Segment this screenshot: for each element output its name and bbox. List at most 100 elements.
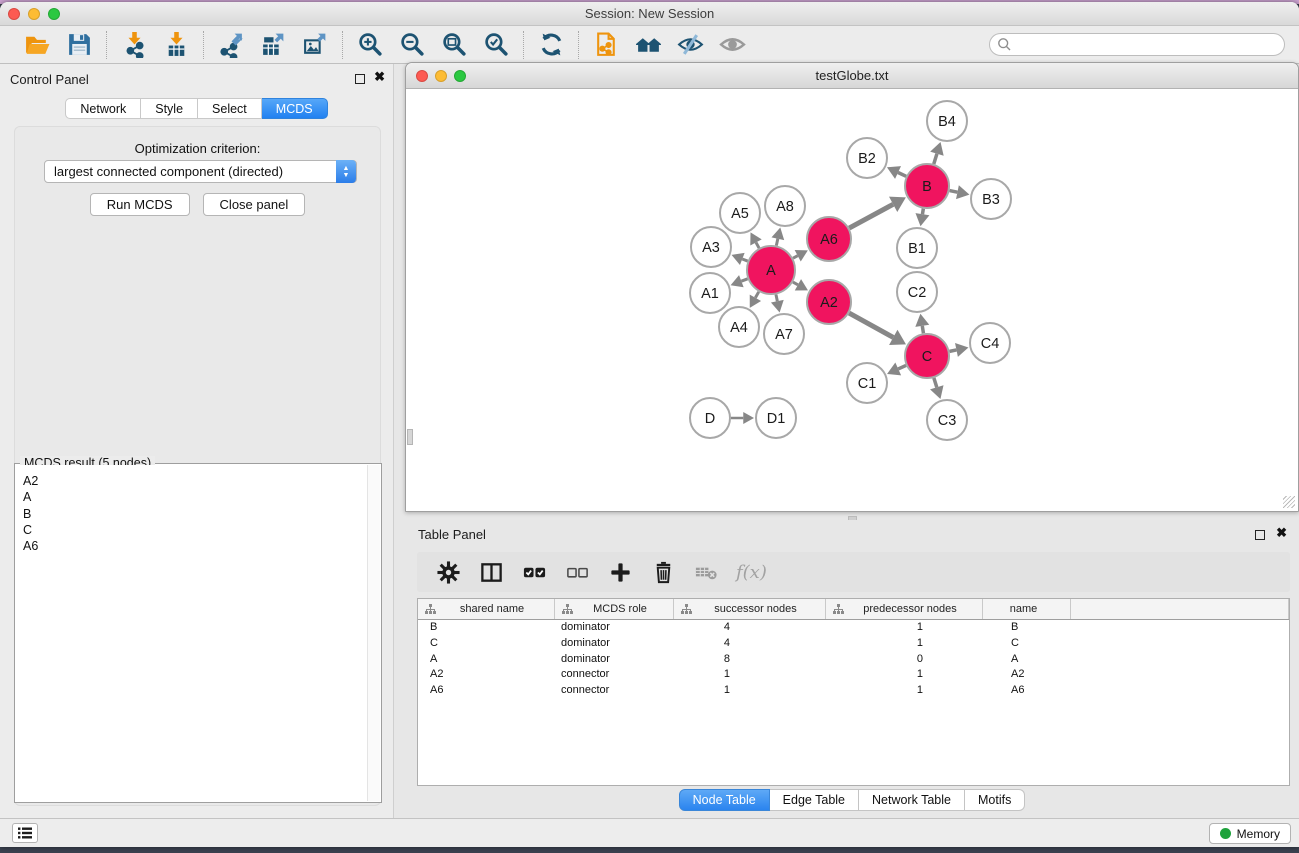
table-cell[interactable]: A6 [983,683,1071,699]
graph-edge-A-A5[interactable] [750,232,761,248]
result-list-item[interactable]: C [23,522,367,538]
tab-style[interactable]: Style [141,98,198,119]
hide-selected-icon[interactable] [672,29,708,61]
table-row[interactable]: Cdominator41C [418,636,1289,652]
table-cell[interactable]: 4 [674,636,826,652]
graph-node-B2[interactable]: B2 [847,138,887,178]
graph-node-C1[interactable]: C1 [847,363,887,403]
network-canvas[interactable]: B4B2BB3A5A8A6B1A3AC2A1A2A4A7C4CC1C3DD1 [407,89,1299,511]
column-header-MCDS-role[interactable]: MCDS role [555,599,674,619]
optimization-criterion-dropdown[interactable]: largest connected component (directed) ▲… [44,160,357,183]
export-table-icon[interactable] [255,29,291,61]
graph-node-A5[interactable]: A5 [720,193,760,233]
graph-edge-A-A3[interactable] [732,253,748,265]
table-cell[interactable]: A [418,652,555,668]
home-icon[interactable] [630,29,666,61]
table-cell[interactable]: A2 [418,667,555,683]
table-cell[interactable]: C [983,636,1071,652]
tab-edge-table[interactable]: Edge Table [770,789,859,811]
column-header-name[interactable]: name [983,599,1071,619]
table-cell[interactable]: 1 [826,636,983,652]
run-mcds-button[interactable]: Run MCDS [90,193,190,216]
graph-node-B3[interactable]: B3 [971,179,1011,219]
import-table-icon[interactable] [158,29,194,61]
graph-edge-A-A7[interactable] [771,294,784,312]
zoom-fit-icon[interactable] [436,29,472,61]
tab-select[interactable]: Select [198,98,262,119]
zoom-out-icon[interactable] [394,29,430,61]
graph-edge-B-B2[interactable] [887,166,906,179]
zoom-selected-icon[interactable] [478,29,514,61]
table-cell[interactable]: 1 [674,683,826,699]
result-list-scrollbar[interactable] [367,465,380,801]
table-cell[interactable]: 1 [826,620,983,636]
close-panel-button[interactable]: Close panel [203,193,306,216]
graph-edge-B-B4[interactable] [930,142,943,164]
window-resize-grip[interactable] [1283,496,1295,508]
table-cell[interactable]: connector [555,667,674,683]
graph-edge-A6-B[interactable] [849,197,906,228]
table-cell[interactable]: 4 [674,620,826,636]
graph-node-B[interactable]: B [905,164,949,208]
table-cell[interactable]: B [983,620,1071,636]
control-panel-close-icon[interactable]: ✖ [374,70,385,84]
result-list-item[interactable]: A2 [23,473,367,489]
result-list-item[interactable]: A [23,489,367,505]
graph-edge-A-A8[interactable] [771,227,784,245]
graph-node-A6[interactable]: A6 [807,217,851,261]
graph-edge-C-C4[interactable] [950,343,969,357]
add-row-icon[interactable] [607,559,633,585]
refresh-layout-icon[interactable] [533,29,569,61]
open-session-icon[interactable] [19,29,55,61]
graph-node-A7[interactable]: A7 [764,314,804,354]
export-image-icon[interactable] [297,29,333,61]
graph-node-D1[interactable]: D1 [756,398,796,438]
graph-node-B1[interactable]: B1 [897,228,937,268]
tab-mcds[interactable]: MCDS [262,98,328,119]
table-cell[interactable]: A [983,652,1071,668]
tab-network[interactable]: Network [65,98,141,119]
table-cell[interactable]: connector [555,683,674,699]
graph-edge-A2-C[interactable] [849,313,906,345]
graph-node-C3[interactable]: C3 [927,400,967,440]
clear-checks-icon[interactable] [564,559,590,585]
graph-edge-D-D1[interactable] [731,412,754,424]
table-panel-close-icon[interactable]: ✖ [1276,526,1287,540]
graph-edge-C-C1[interactable] [887,363,906,376]
column-header-predecessor-nodes[interactable]: predecessor nodes [826,599,983,619]
table-cell[interactable]: 8 [674,652,826,668]
graph-edge-B-B3[interactable] [950,185,970,199]
graph-node-A[interactable]: A [747,246,795,294]
table-cell[interactable]: 1 [826,667,983,683]
graph-node-C[interactable]: C [905,334,949,378]
export-network-icon[interactable] [213,29,249,61]
table-cell[interactable]: 1 [674,667,826,683]
task-history-button[interactable] [12,823,38,843]
graph-node-A4[interactable]: A4 [719,307,759,347]
graph-node-A2[interactable]: A2 [807,280,851,324]
settings-gear-icon[interactable] [435,559,461,585]
graph-node-A8[interactable]: A8 [765,186,805,226]
tab-motifs[interactable]: Motifs [965,789,1025,811]
table-cell[interactable]: B [418,620,555,636]
table-row[interactable]: Adominator80A [418,652,1289,668]
table-cell[interactable]: C [418,636,555,652]
table-cell[interactable]: A6 [418,683,555,699]
control-panel-float-icon[interactable] [355,74,365,84]
split-columns-icon[interactable] [478,559,504,585]
graph-node-C4[interactable]: C4 [970,323,1010,363]
import-network-icon[interactable] [116,29,152,61]
tab-network-table[interactable]: Network Table [859,789,965,811]
tab-node-table[interactable]: Node Table [679,789,770,811]
table-cell[interactable]: 1 [826,683,983,699]
table-cell[interactable]: dominator [555,636,674,652]
table-cell[interactable]: 0 [826,652,983,668]
graph-node-A1[interactable]: A1 [690,273,730,313]
graph-node-C2[interactable]: C2 [897,272,937,312]
show-all-icon[interactable] [714,29,750,61]
graph-edge-A-A2[interactable] [793,279,808,290]
graph-node-D[interactable]: D [690,398,730,438]
graph-edge-A-A1[interactable] [731,275,748,287]
zoom-in-icon[interactable] [352,29,388,61]
graph-edge-C-C3[interactable] [930,378,943,399]
